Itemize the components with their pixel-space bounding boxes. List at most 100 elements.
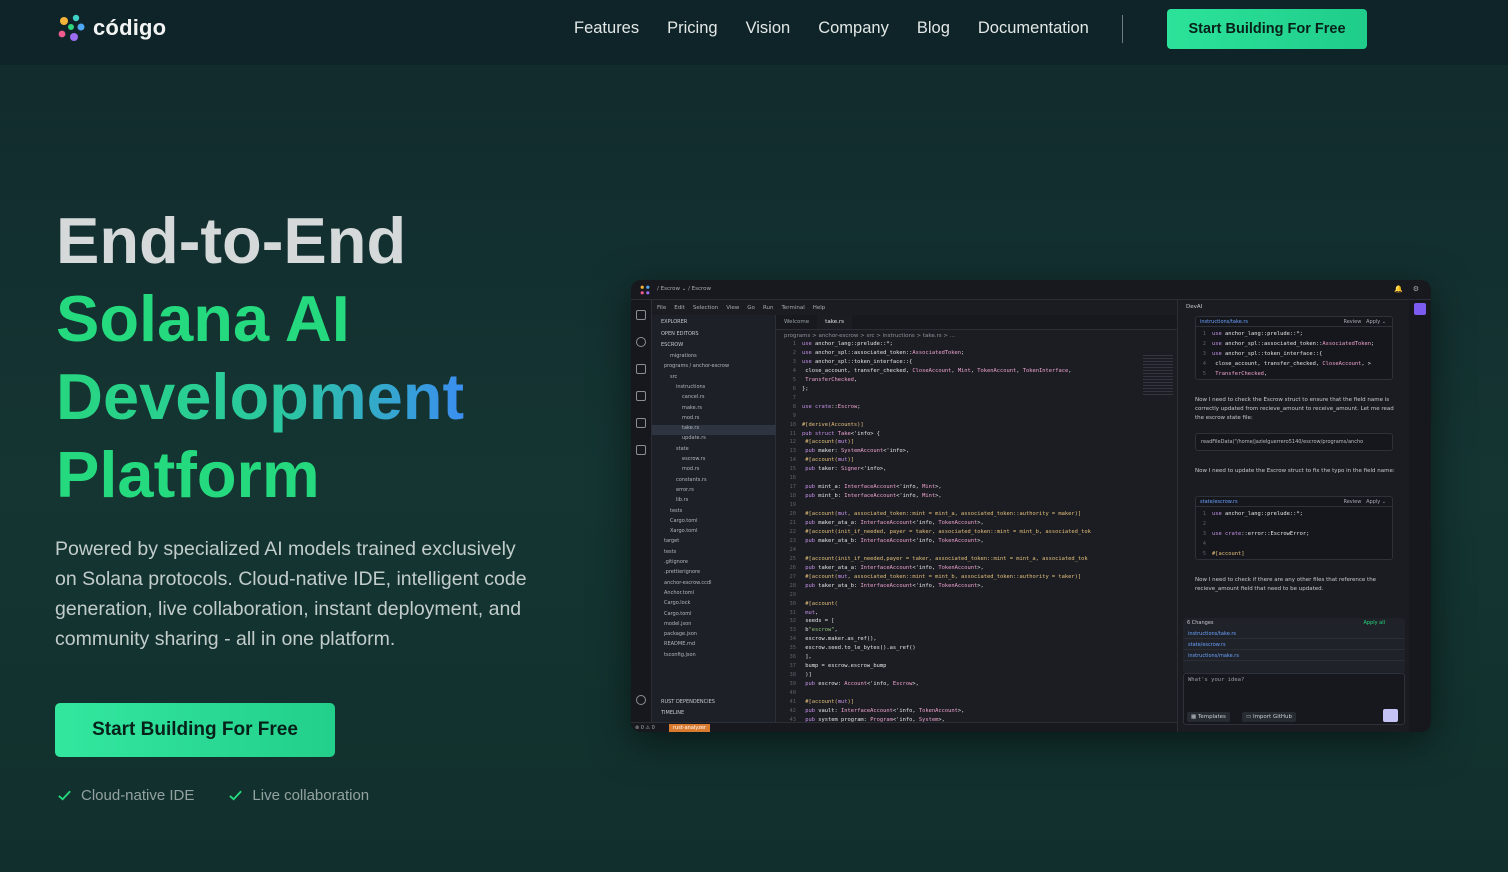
file-tree-item[interactable]: Anchor.toml bbox=[664, 590, 694, 600]
code-line: 4 bbox=[1202, 541, 1206, 547]
tab-take-rs[interactable]: take.rs bbox=[817, 315, 852, 329]
check-icon bbox=[58, 790, 71, 801]
tab-welcome[interactable]: Welcome bbox=[776, 315, 817, 329]
file-tree-item[interactable]: lib.rs bbox=[676, 497, 688, 507]
settings-icon[interactable]: ⚙ bbox=[1413, 285, 1419, 293]
code-editor: Welcome take.rs programs > anchor-escrow… bbox=[776, 315, 1177, 725]
apply-all-button[interactable]: Apply all bbox=[1363, 620, 1385, 626]
code-line: 3 use anchor_spl::token_interface::{ bbox=[1202, 351, 1323, 357]
change-file-row[interactable]: state/escrow.rs bbox=[1183, 639, 1405, 650]
rust-analyzer-warning[interactable]: rust-analyzer bbox=[669, 724, 710, 732]
menu-item[interactable]: Edit bbox=[674, 305, 685, 311]
review-button[interactable]: Review bbox=[1343, 319, 1361, 325]
timeline-header[interactable]: TIMELINE bbox=[661, 710, 684, 720]
ai-prompt-input[interactable]: What's your idea? ▦ Templates ▭ Import G… bbox=[1183, 673, 1405, 725]
nav-link-company[interactable]: Company bbox=[818, 19, 889, 38]
menu-item[interactable]: Go bbox=[747, 305, 755, 311]
file-explorer: EXPLORER OPEN EDITORS ESCROW RUST DEPEND… bbox=[652, 315, 776, 725]
file-tree-item[interactable]: src bbox=[670, 374, 677, 384]
nav-link-pricing[interactable]: Pricing bbox=[667, 19, 717, 38]
file-tree-item[interactable]: .gitignore bbox=[664, 559, 688, 569]
file-tree-item[interactable]: tests bbox=[670, 508, 682, 518]
file-tree-item[interactable]: package.json bbox=[664, 631, 697, 641]
apply-button[interactable]: Apply bbox=[1366, 499, 1380, 505]
files-icon[interactable] bbox=[636, 310, 646, 320]
apply-button[interactable]: Apply bbox=[1366, 319, 1380, 325]
nav-link-blog[interactable]: Blog bbox=[917, 19, 950, 38]
file-tree-item[interactable]: README.md bbox=[664, 641, 695, 651]
menu-item[interactable]: Help bbox=[813, 305, 826, 311]
changes-count: 6 Changes bbox=[1187, 620, 1214, 626]
file-tree-item[interactable]: Cargo.toml bbox=[670, 518, 698, 528]
ai-side-bar bbox=[1409, 300, 1431, 732]
file-tree-item[interactable]: update.rs bbox=[682, 435, 706, 445]
code-line: 18 pub mint_b: InterfaceAccount<'info, M… bbox=[789, 493, 942, 500]
hero-title-line-2: Solana AI bbox=[56, 282, 350, 355]
change-code: 1 use anchor_lang::prelude::*; 2 3 use crate… bbox=[1196, 507, 1392, 559]
file-tree-item[interactable]: .prettierignore bbox=[664, 569, 700, 579]
explorer-header: EXPLORER bbox=[661, 319, 688, 325]
change-file-link[interactable]: instructions/take.rs bbox=[1200, 319, 1248, 325]
menu-item[interactable]: View bbox=[726, 305, 739, 311]
nav-link-features[interactable]: Features bbox=[574, 19, 639, 38]
code-line: 36 ], bbox=[789, 654, 812, 661]
search-icon[interactable] bbox=[636, 337, 646, 347]
file-tree-item[interactable]: instructions bbox=[676, 384, 705, 394]
code-line: 5 TransferChecked, bbox=[1202, 371, 1268, 377]
extensions-icon[interactable] bbox=[636, 418, 646, 428]
menu-item[interactable]: Selection bbox=[693, 305, 718, 311]
file-tree-item[interactable]: model.json bbox=[664, 621, 691, 631]
code-area[interactable]: 1 use anchor_lang::prelude::*; 2 use anchor… bbox=[776, 341, 1156, 725]
file-tree-item[interactable]: migrations bbox=[670, 353, 697, 363]
review-button[interactable]: Review bbox=[1343, 499, 1361, 505]
problems-count[interactable]: ⊗ 0 ⚠ 0 bbox=[635, 725, 655, 731]
run-icon[interactable] bbox=[636, 391, 646, 401]
ai-toggle-icon[interactable] bbox=[1414, 303, 1426, 315]
menu-item[interactable]: File bbox=[657, 305, 666, 311]
code-line: 25 #[account(init_if_needed,payer = take… bbox=[789, 555, 1088, 562]
change-file-row[interactable]: instructions/take.rs bbox=[1183, 628, 1405, 639]
file-tree-item[interactable]: anchor-escrow.ccdl bbox=[664, 580, 711, 590]
file-tree-item[interactable]: cancel.rs bbox=[682, 394, 704, 404]
file-tree-item[interactable]: mod.rs bbox=[682, 466, 699, 476]
file-tree-item[interactable]: tsconfig.json bbox=[664, 652, 696, 662]
file-tree-item[interactable]: target bbox=[664, 538, 679, 548]
change-file-link[interactable]: state/escrow.rs bbox=[1200, 499, 1238, 505]
file-tree-item[interactable]: escrow.rs bbox=[682, 456, 705, 466]
menu-item[interactable]: Terminal bbox=[781, 305, 804, 311]
menu-item[interactable]: Run bbox=[763, 305, 774, 311]
file-tree-item[interactable]: Cargo.toml bbox=[664, 611, 692, 621]
git-icon[interactable] bbox=[636, 364, 646, 374]
send-button[interactable] bbox=[1383, 709, 1398, 722]
code-line: 23 pub maker_ata_b: InterfaceAccount<'in… bbox=[789, 537, 984, 544]
file-tree-item[interactable]: tests bbox=[664, 549, 676, 559]
rust-deps-header[interactable]: RUST DEPENDENCIES bbox=[661, 699, 715, 709]
change-file-row[interactable]: instructions/make.rs bbox=[1183, 650, 1405, 661]
file-tree-item[interactable]: Cargo.lock bbox=[664, 600, 690, 610]
templates-button[interactable]: ▦ Templates bbox=[1187, 712, 1230, 722]
file-tree-item[interactable]: mod.rs bbox=[682, 415, 699, 425]
import-github-button[interactable]: ▭ Import GitHub bbox=[1242, 712, 1297, 722]
nav-start-building-button[interactable]: Start Building For Free bbox=[1167, 9, 1367, 49]
test-icon[interactable] bbox=[636, 445, 646, 455]
project-header[interactable]: ESCROW bbox=[661, 342, 683, 352]
hero-start-building-button[interactable]: Start Building For Free bbox=[55, 703, 335, 757]
open-editors-header[interactable]: OPEN EDITORS bbox=[661, 331, 699, 341]
gear-icon[interactable] bbox=[636, 695, 646, 705]
file-tree-item[interactable]: take.rs bbox=[652, 425, 776, 436]
file-tree-item[interactable]: constants.rs bbox=[676, 477, 707, 487]
hero-title-line-1: End-to-End bbox=[56, 204, 407, 277]
ide-menu-bar: File Edit Selection View Go Run Terminal Help bbox=[652, 300, 1177, 315]
code-line: 32 seeds = [ bbox=[789, 618, 835, 625]
file-tree-item[interactable]: error.rs bbox=[676, 487, 694, 497]
nav-link-vision[interactable]: Vision bbox=[746, 19, 791, 38]
file-tree-item[interactable]: state bbox=[676, 446, 689, 456]
file-tree-item[interactable]: programs / anchor-escrow bbox=[664, 363, 729, 373]
code-line: 15 pub taker: Signer<'info>, bbox=[789, 466, 887, 473]
file-tree-item[interactable]: make.rs bbox=[682, 405, 702, 415]
nav-link-documentation[interactable]: Documentation bbox=[978, 19, 1089, 38]
bell-icon[interactable]: 🔔 bbox=[1394, 285, 1403, 293]
file-tree-item[interactable]: Xargo.toml bbox=[670, 528, 697, 538]
minimap[interactable] bbox=[1143, 355, 1173, 395]
logo[interactable]: código bbox=[56, 13, 166, 43]
